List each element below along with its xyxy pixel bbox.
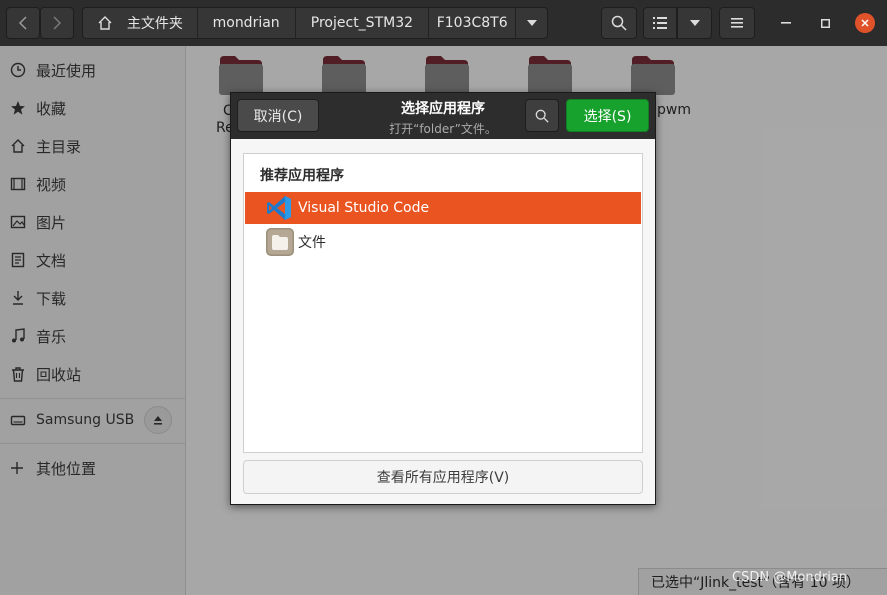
back-button[interactable] <box>6 7 40 39</box>
app-name: 文件 <box>298 235 326 251</box>
search-icon <box>535 109 549 123</box>
hamburger-icon <box>731 18 743 28</box>
app-list: 推荐应用程序 Visual Studio Code 文件 <box>243 153 643 453</box>
caret-down-icon <box>689 20 700 26</box>
select-button[interactable]: 选择(S) <box>566 99 649 132</box>
minimize-button[interactable] <box>776 13 796 33</box>
header-bar: 主文件夹 mondrian Project_STM32 F103C8T6 <box>0 0 887 46</box>
list-item[interactable]: Visual Studio Code <box>245 192 641 224</box>
chevron-right-icon <box>53 16 62 30</box>
breadcrumb-label: mondrian <box>212 15 280 31</box>
cancel-button[interactable]: 取消(C) <box>237 99 319 132</box>
cancel-button-label: 取消(C) <box>253 108 303 125</box>
breadcrumb-dropdown[interactable] <box>516 8 547 38</box>
breadcrumb-label: F103C8T6 <box>436 15 508 31</box>
vscode-icon <box>265 194 293 222</box>
forward-button[interactable] <box>40 7 74 39</box>
breadcrumb-label: 主文件夹 <box>126 16 183 32</box>
dialog-title: 选择应用程序 <box>401 101 485 117</box>
maximize-icon <box>820 18 830 28</box>
list-view-icon <box>653 17 667 29</box>
search-button[interactable] <box>601 7 637 39</box>
breadcrumb-item[interactable]: F103C8T6 <box>429 8 517 38</box>
menu-button[interactable] <box>719 7 755 39</box>
caret-down-icon <box>526 20 537 26</box>
view-list-button[interactable] <box>643 7 677 39</box>
breadcrumb: 主文件夹 mondrian Project_STM32 F103C8T6 <box>82 7 548 39</box>
breadcrumb-label: Project_STM32 <box>310 15 414 31</box>
close-icon <box>861 19 869 27</box>
view-all-apps-button[interactable]: 查看所有应用程序(V) <box>243 460 643 494</box>
minimize-icon <box>781 22 791 24</box>
view-all-apps-label: 查看所有应用程序(V) <box>376 470 510 486</box>
chevron-left-icon <box>18 16 27 30</box>
files-app-icon <box>265 227 295 257</box>
breadcrumb-home[interactable]: 主文件夹 <box>83 8 198 38</box>
home-icon <box>98 16 112 30</box>
search-button[interactable] <box>525 99 559 132</box>
list-item[interactable]: 文件 <box>245 226 641 258</box>
close-button[interactable] <box>855 13 875 33</box>
breadcrumb-item[interactable]: Project_STM32 <box>296 8 430 38</box>
breadcrumb-item[interactable]: mondrian <box>198 8 296 38</box>
maximize-button[interactable] <box>815 13 835 33</box>
dialog-subtitle: 打开“folder”文件。 <box>389 122 497 136</box>
view-options-button[interactable] <box>677 7 712 39</box>
watermark: CSDN @Mondrian <box>732 570 848 585</box>
app-name: Visual Studio Code <box>298 200 430 216</box>
dialog-header: 取消(C) 选择应用程序 打开“folder”文件。 选择(S) <box>231 93 655 139</box>
section-title: 推荐应用程序 <box>260 168 344 184</box>
search-icon <box>611 15 627 31</box>
select-button-label: 选择(S) <box>583 108 632 125</box>
app-chooser-dialog: 取消(C) 选择应用程序 打开“folder”文件。 选择(S) 推荐应用程序 … <box>230 92 656 505</box>
